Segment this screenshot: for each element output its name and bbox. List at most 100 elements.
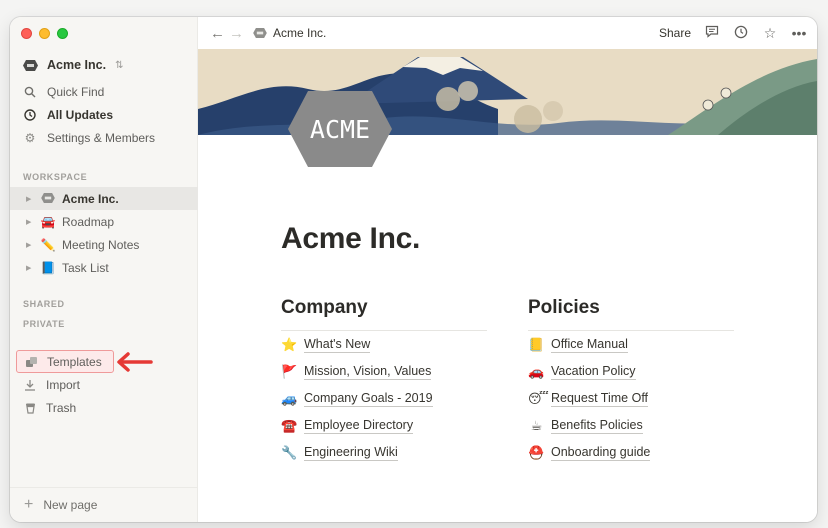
page-label: Acme Inc. [62, 191, 119, 206]
expand-triangle-icon[interactable]: ▶ [26, 241, 34, 249]
annotation-arrow-icon [117, 352, 153, 372]
expand-triangle-icon[interactable]: ▶ [26, 218, 34, 226]
sidebar-nav: Quick Find All Updates ⚙ Settings & Memb… [23, 80, 193, 149]
close-window-button[interactable] [21, 28, 32, 39]
sidebar-item-trash[interactable]: Trash [16, 396, 192, 419]
page-tree: ▶ Acme Inc. ▶ 🚘 Roadmap ▶ ✏️ Meeting Not… [10, 187, 198, 279]
link-engineering-wiki[interactable]: 🔧 Engineering Wiki [281, 439, 487, 466]
link-label: Benefits Policies [551, 417, 643, 434]
workspace-name: Acme Inc. [47, 58, 107, 72]
forward-arrow-icon[interactable]: → [229, 25, 248, 42]
company-column: Company ⭐ What's New 🚩 Mission, Vision, Va… [281, 295, 487, 466]
sidebar-item-quick-find[interactable]: Quick Find [23, 80, 193, 103]
sidebar-item-import[interactable]: Import [16, 373, 192, 396]
link-label: What's New [304, 336, 371, 353]
link-benefits-policies[interactable]: ☕ Benefits Policies [528, 412, 734, 439]
link-whats-new[interactable]: ⭐ What's New [281, 331, 487, 358]
workspace-switcher[interactable]: Acme Inc. ⇅ [23, 55, 123, 75]
expand-triangle-icon[interactable]: ▶ [26, 264, 34, 272]
car-emoji-icon: 🚗 [528, 363, 545, 379]
star-emoji-icon: ⭐ [281, 336, 298, 352]
new-page-button[interactable]: + New page [10, 487, 198, 522]
minimize-window-button[interactable] [39, 28, 50, 39]
link-onboarding-guide[interactable]: ⛑️ Onboarding guide [528, 439, 734, 466]
new-page-label: New page [43, 498, 98, 512]
sidebar-item-templates[interactable]: Templates [16, 350, 114, 373]
notebook-emoji-icon: 📒 [528, 336, 545, 352]
page-label: Task List [62, 260, 109, 275]
breadcrumb[interactable]: Acme Inc. [253, 26, 326, 40]
link-label: Mission, Vision, Values [304, 363, 432, 380]
page-label: Meeting Notes [62, 237, 140, 252]
sidebar-item-label: All Updates [47, 107, 114, 122]
gear-icon: ⚙ [24, 130, 36, 145]
sidebar-page-roadmap[interactable]: ▶ 🚘 Roadmap [10, 210, 198, 233]
sidebar-bottom-list: Templates Import Trash [16, 350, 192, 419]
helmet-emoji-icon: ⛑️ [528, 444, 545, 460]
templates-icon [24, 355, 38, 369]
link-label: Employee Directory [304, 417, 414, 434]
link-label: Vacation Policy [551, 363, 636, 380]
sidebar: Acme Inc. ⇅ Quick Find All Updates ⚙ Set… [10, 17, 198, 522]
more-options-icon[interactable]: ••• [791, 25, 807, 41]
sidebar-page-acme[interactable]: ▶ Acme Inc. [10, 187, 198, 210]
link-label: Engineering Wiki [304, 444, 398, 461]
acme-logo-icon [253, 28, 267, 38]
sidebar-item-label: Import [46, 377, 81, 392]
link-vacation-policy[interactable]: 🚗 Vacation Policy [528, 358, 734, 385]
star-icon[interactable]: ☆ [762, 25, 778, 42]
coffee-emoji-icon: ☕ [530, 417, 543, 433]
window-controls [21, 28, 68, 39]
car-emoji-icon: 🚙 [281, 390, 298, 406]
link-office-manual[interactable]: 📒 Office Manual [528, 331, 734, 358]
sidebar-item-label: Settings & Members [47, 130, 156, 145]
workspace-logo-icon [23, 59, 38, 71]
sidebar-item-all-updates[interactable]: All Updates [23, 103, 193, 126]
main-content: ← → Acme Inc. Share ☆ ••• ACME Acme Inc.… [198, 17, 817, 522]
app-window: Acme Inc. ⇅ Quick Find All Updates ⚙ Set… [10, 17, 817, 522]
page-label: Roadmap [62, 214, 115, 229]
flag-emoji-icon: 🚩 [281, 363, 298, 379]
pencil-icon: ✏️ [40, 237, 56, 252]
sidebar-item-label: Templates [47, 354, 102, 369]
telephone-emoji-icon: ☎️ [281, 417, 298, 433]
search-icon [23, 85, 37, 99]
acme-logo-icon [40, 192, 56, 206]
logo-text: ACME [310, 115, 370, 144]
comment-icon[interactable] [704, 25, 720, 41]
link-label: Onboarding guide [551, 444, 651, 461]
sleeping-face-emoji-icon: 😴 [528, 390, 549, 406]
breadcrumb-label: Acme Inc. [273, 26, 327, 40]
back-arrow-icon[interactable]: ← [210, 25, 229, 42]
expand-triangle-icon[interactable]: ▶ [26, 195, 34, 203]
plus-icon: + [24, 496, 34, 513]
policies-column: Policies 📒 Office Manual 🚗 Vacation Policy… [528, 295, 734, 466]
company-heading: Company [281, 295, 487, 331]
section-label-workspace: WORKSPACE [23, 172, 88, 182]
link-mission[interactable]: 🚩 Mission, Vision, Values [281, 358, 487, 385]
link-company-goals[interactable]: 🚙 Company Goals - 2019 [281, 385, 487, 412]
acme-page-icon: ACME [288, 91, 392, 167]
sidebar-item-label: Quick Find [47, 84, 105, 99]
maximize-window-button[interactable] [57, 28, 68, 39]
trash-icon [23, 401, 37, 415]
section-label-private: PRIVATE [23, 319, 65, 329]
book-icon: 📘 [40, 260, 56, 275]
wrench-emoji-icon: 🔧 [281, 444, 298, 460]
share-button[interactable]: Share [659, 26, 691, 40]
top-bar: ← → Acme Inc. Share ☆ ••• [198, 17, 817, 49]
import-icon [23, 378, 37, 392]
sidebar-item-label: Trash [46, 400, 77, 415]
clock-icon [23, 108, 37, 122]
link-employee-directory[interactable]: ☎️ Employee Directory [281, 412, 487, 439]
link-request-time-off[interactable]: 😴 Request Time Off [528, 385, 734, 412]
history-clock-icon[interactable] [733, 25, 749, 42]
chevron-updown-icon: ⇅ [115, 59, 124, 71]
link-label: Request Time Off [551, 390, 649, 407]
link-label: Office Manual [551, 336, 628, 353]
sidebar-page-task-list[interactable]: ▶ 📘 Task List [10, 256, 198, 279]
sidebar-item-settings[interactable]: ⚙ Settings & Members [23, 126, 193, 149]
policies-heading: Policies [528, 295, 734, 331]
sidebar-page-meeting-notes[interactable]: ▶ ✏️ Meeting Notes [10, 233, 198, 256]
car-icon: 🚘 [40, 214, 56, 229]
